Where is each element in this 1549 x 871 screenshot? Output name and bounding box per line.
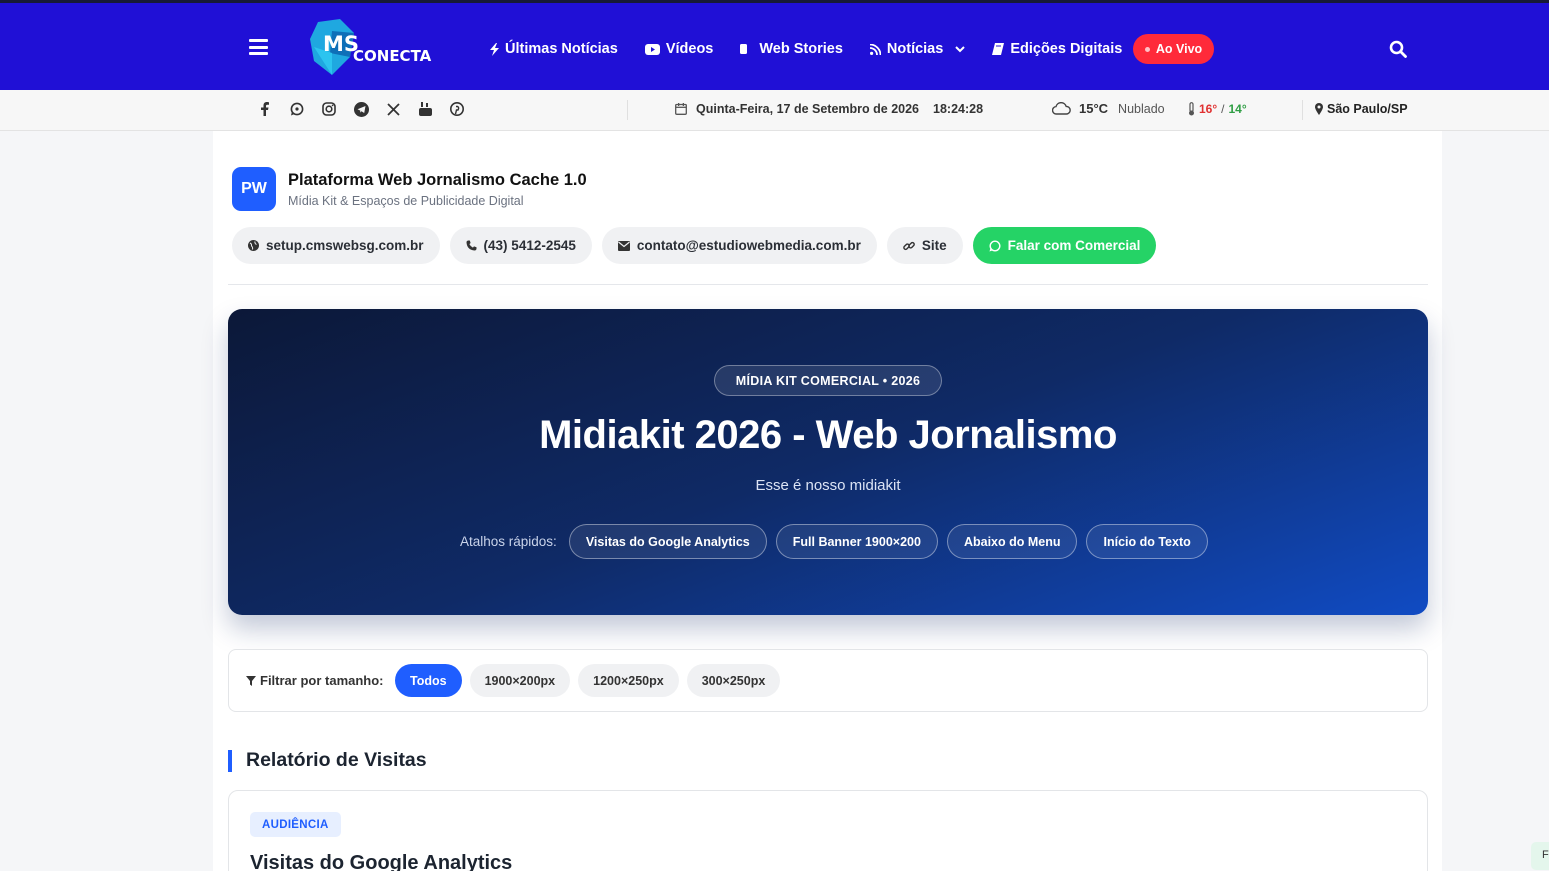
temperature: 15°C: [1079, 101, 1109, 116]
hero-banner: MÍDIA KIT COMERCIAL • 2026 Midiakit 2026…: [228, 309, 1428, 615]
filter-1200x250[interactable]: 1200×250px: [578, 664, 679, 697]
calendar-icon: [675, 103, 687, 115]
chevron-down-icon: [955, 45, 966, 53]
section-accent: [228, 750, 232, 772]
quick-shortcuts: Atalhos rápidos: Visitas do Google Analy…: [460, 524, 1217, 559]
filter-1900x200[interactable]: 1900×200px: [469, 664, 571, 697]
filter-options: Todos 1900×200px 1200×250px 300×250px: [395, 664, 788, 697]
location: São Paulo/SP: [1315, 102, 1408, 116]
email-label: contato@estudiowebmedia.com.br: [636, 238, 861, 253]
min-max-temp: 16° / 14°: [1188, 102, 1247, 116]
link-icon: [903, 240, 915, 252]
nav-label: Web Stories: [759, 41, 843, 57]
phone-link[interactable]: (43) 5412-2545: [449, 227, 592, 264]
map-pin-icon: [1315, 103, 1323, 115]
city-name: São Paulo/SP: [1327, 102, 1408, 116]
live-label: Ao Vivo: [1155, 42, 1203, 56]
site-logo[interactable]: MS CONECTA: [310, 17, 440, 77]
contact-links: setup.cmswebsg.com.br (43) 5412-2545 con…: [232, 227, 1166, 264]
site-label: Site: [921, 238, 947, 253]
pinterest-icon[interactable]: [449, 101, 465, 117]
x-icon[interactable]: [385, 101, 401, 117]
email-link[interactable]: contato@estudiowebmedia.com.br: [601, 227, 877, 264]
phone-icon: [466, 240, 477, 251]
live-button[interactable]: Ao Vivo: [1133, 34, 1214, 64]
site-link[interactable]: Site: [886, 227, 963, 264]
weather: 15°C Nublado: [1052, 101, 1165, 116]
book-icon: [992, 43, 1005, 55]
current-time: 18:24:28: [933, 102, 984, 116]
nav-label: Vídeos: [665, 41, 714, 57]
live-dot: [1144, 46, 1150, 52]
filter-label-text: Filtrar por tamanho:: [260, 673, 384, 688]
facebook-icon[interactable]: [257, 101, 273, 117]
card-title: Visitas do Google Analytics: [250, 852, 513, 871]
commercial-label: Falar com Comercial: [1007, 238, 1141, 253]
divider: [627, 100, 628, 120]
whatsapp-commercial-button[interactable]: Falar com Comercial: [972, 227, 1157, 264]
whatsapp-icon: [989, 239, 1001, 252]
shortcut-below-menu[interactable]: Abaixo do Menu: [946, 524, 1078, 559]
brand-title: Plataforma Web Jornalismo Cache 1.0: [288, 171, 587, 189]
nav-label: Últimas Notícias: [505, 41, 618, 57]
card-tag: AUDIÊNCIA: [250, 812, 341, 837]
divider: [228, 284, 1428, 285]
youtube-icon[interactable]: [417, 101, 433, 117]
top-navbar: MS CONECTA Últimas Notícias Vídeos Web S…: [0, 0, 1549, 90]
shortcut-text-start[interactable]: Início do Texto: [1086, 524, 1208, 559]
nav-noticias[interactable]: Notícias: [869, 41, 966, 57]
shortcut-full-banner[interactable]: Full Banner 1900×200: [775, 524, 938, 559]
social-links: [257, 101, 481, 117]
nav-videos[interactable]: Vídeos: [644, 41, 714, 57]
instagram-icon[interactable]: [321, 101, 337, 117]
shortcuts-label: Atalhos rápidos:: [460, 534, 557, 549]
max-temp: 16°: [1199, 102, 1218, 116]
telegram-icon[interactable]: [353, 101, 369, 117]
temp-separator: /: [1221, 102, 1225, 116]
hero-title: Midiakit 2026 - Web Jornalismo: [539, 413, 1117, 457]
globe-icon: [248, 240, 259, 251]
svg-text:CONECTA: CONECTA: [353, 47, 432, 65]
nav-web-stories[interactable]: Web Stories: [740, 41, 843, 57]
info-bar: Quinta-Feira, 17 de Setembro de 2026 18:…: [0, 90, 1549, 131]
nav-ultimas-noticias[interactable]: Últimas Notícias: [490, 41, 618, 57]
analytics-card: AUDIÊNCIA Visitas do Google Analytics: [228, 790, 1428, 871]
nav-label: Notícias: [886, 41, 944, 57]
hero-tag: MÍDIA KIT COMERCIAL • 2026: [714, 365, 942, 396]
filter-300x250[interactable]: 300×250px: [686, 664, 781, 697]
size-filter: Filtrar por tamanho: Todos 1900×200px 12…: [228, 649, 1428, 712]
section-title: Relatório de Visitas: [246, 749, 427, 771]
filter-all[interactable]: Todos: [395, 664, 462, 697]
phone-label: (43) 5412-2545: [483, 238, 576, 253]
nav-label: Edições Digitais: [1010, 41, 1123, 57]
site-url-label: setup.cmswebsg.com.br: [266, 238, 424, 253]
date-time: Quinta-Feira, 17 de Setembro de 2026 18:…: [675, 102, 983, 116]
envelope-icon: [617, 240, 630, 251]
story-icon: [740, 44, 748, 54]
filter-icon: [246, 675, 256, 686]
brand-avatar: PW: [232, 167, 276, 211]
main-nav: Últimas Notícias Vídeos Web Stories Notí…: [490, 36, 1149, 62]
filter-label: Filtrar por tamanho:: [246, 673, 384, 688]
floating-tab[interactable]: F: [1531, 842, 1549, 870]
bolt-icon: [490, 42, 499, 56]
search-icon[interactable]: [1389, 40, 1407, 58]
thermometer-icon: [1188, 102, 1195, 116]
weather-condition: Nublado: [1118, 101, 1165, 116]
hero-subtitle: Esse é nosso midiakit: [755, 477, 901, 494]
brand-subtitle: Mídia Kit & Espaços de Publicidade Digit…: [288, 194, 524, 208]
current-date: Quinta-Feira, 17 de Setembro de 2026: [696, 102, 919, 116]
cloud-icon: [1052, 102, 1071, 115]
rss-icon: [869, 43, 881, 55]
menu-icon[interactable]: [249, 39, 268, 55]
whatsapp-icon[interactable]: [289, 101, 305, 117]
shortcut-google-analytics[interactable]: Visitas do Google Analytics: [568, 524, 767, 559]
divider: [1302, 100, 1303, 120]
nav-edicoes-digitais[interactable]: Edições Digitais: [992, 41, 1122, 57]
min-temp: 14°: [1228, 102, 1247, 116]
site-url-link[interactable]: setup.cmswebsg.com.br: [232, 227, 440, 264]
youtube-icon: [644, 43, 660, 55]
